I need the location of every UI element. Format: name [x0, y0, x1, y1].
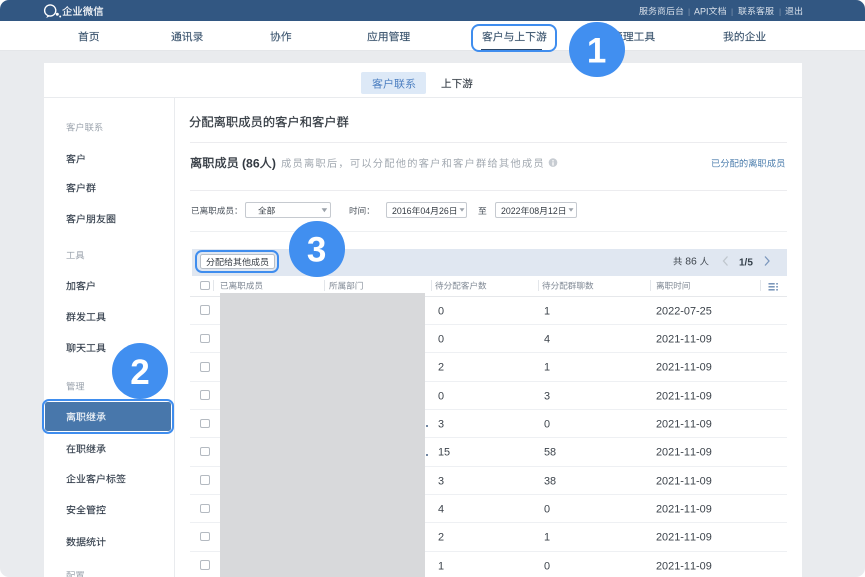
svg-text:3: 3 — [438, 419, 444, 431]
svg-text:1: 1 — [587, 31, 606, 70]
svg-text:|: | — [688, 8, 690, 17]
svg-text:86: 86 — [685, 257, 697, 268]
svg-text:20220812: 20220812 — [501, 206, 558, 216]
svg-text:2021-11-09: 2021-11-09 — [656, 362, 712, 374]
svg-text:3: 3 — [438, 475, 444, 487]
svg-text:2021-11-09: 2021-11-09 — [656, 390, 712, 402]
svg-text:15: 15 — [438, 447, 450, 459]
svg-text:1: 1 — [544, 532, 550, 544]
svg-text:3: 3 — [307, 231, 326, 270]
svg-text:0: 0 — [544, 504, 550, 516]
svg-text:0: 0 — [438, 390, 444, 402]
svg-text:2: 2 — [131, 353, 150, 392]
svg-text:API: API — [694, 7, 709, 17]
svg-text:2021-11-09: 2021-11-09 — [656, 504, 712, 516]
svg-text:2022-07-25: 2022-07-25 — [656, 305, 712, 317]
svg-text:0: 0 — [544, 560, 550, 572]
svg-text:1/5: 1/5 — [739, 257, 753, 268]
svg-text:2021-11-09: 2021-11-09 — [656, 560, 712, 572]
svg-text:2: 2 — [438, 362, 444, 374]
svg-text:58: 58 — [544, 447, 556, 459]
svg-text:2021-11-09: 2021-11-09 — [656, 419, 712, 431]
svg-text:2021-11-09: 2021-11-09 — [656, 532, 712, 544]
svg-text:38: 38 — [544, 475, 556, 487]
svg-text:20160426: 20160426 — [392, 206, 449, 216]
svg-text:1: 1 — [544, 362, 550, 374]
svg-text:2021-11-09: 2021-11-09 — [656, 475, 712, 487]
svg-text:1: 1 — [544, 305, 550, 317]
svg-text:4: 4 — [438, 504, 444, 516]
svg-text:1: 1 — [438, 560, 444, 572]
svg-text:|: | — [731, 8, 733, 17]
svg-text:4: 4 — [544, 334, 550, 346]
svg-text:0: 0 — [544, 419, 550, 431]
svg-text:2021-11-09: 2021-11-09 — [656, 447, 712, 459]
svg-text:0: 0 — [438, 334, 444, 346]
svg-text:3: 3 — [544, 390, 550, 402]
svg-text:2021-11-09: 2021-11-09 — [656, 334, 712, 346]
svg-text:2: 2 — [438, 532, 444, 544]
svg-text:|: | — [779, 8, 781, 17]
svg-text:0: 0 — [438, 305, 444, 317]
